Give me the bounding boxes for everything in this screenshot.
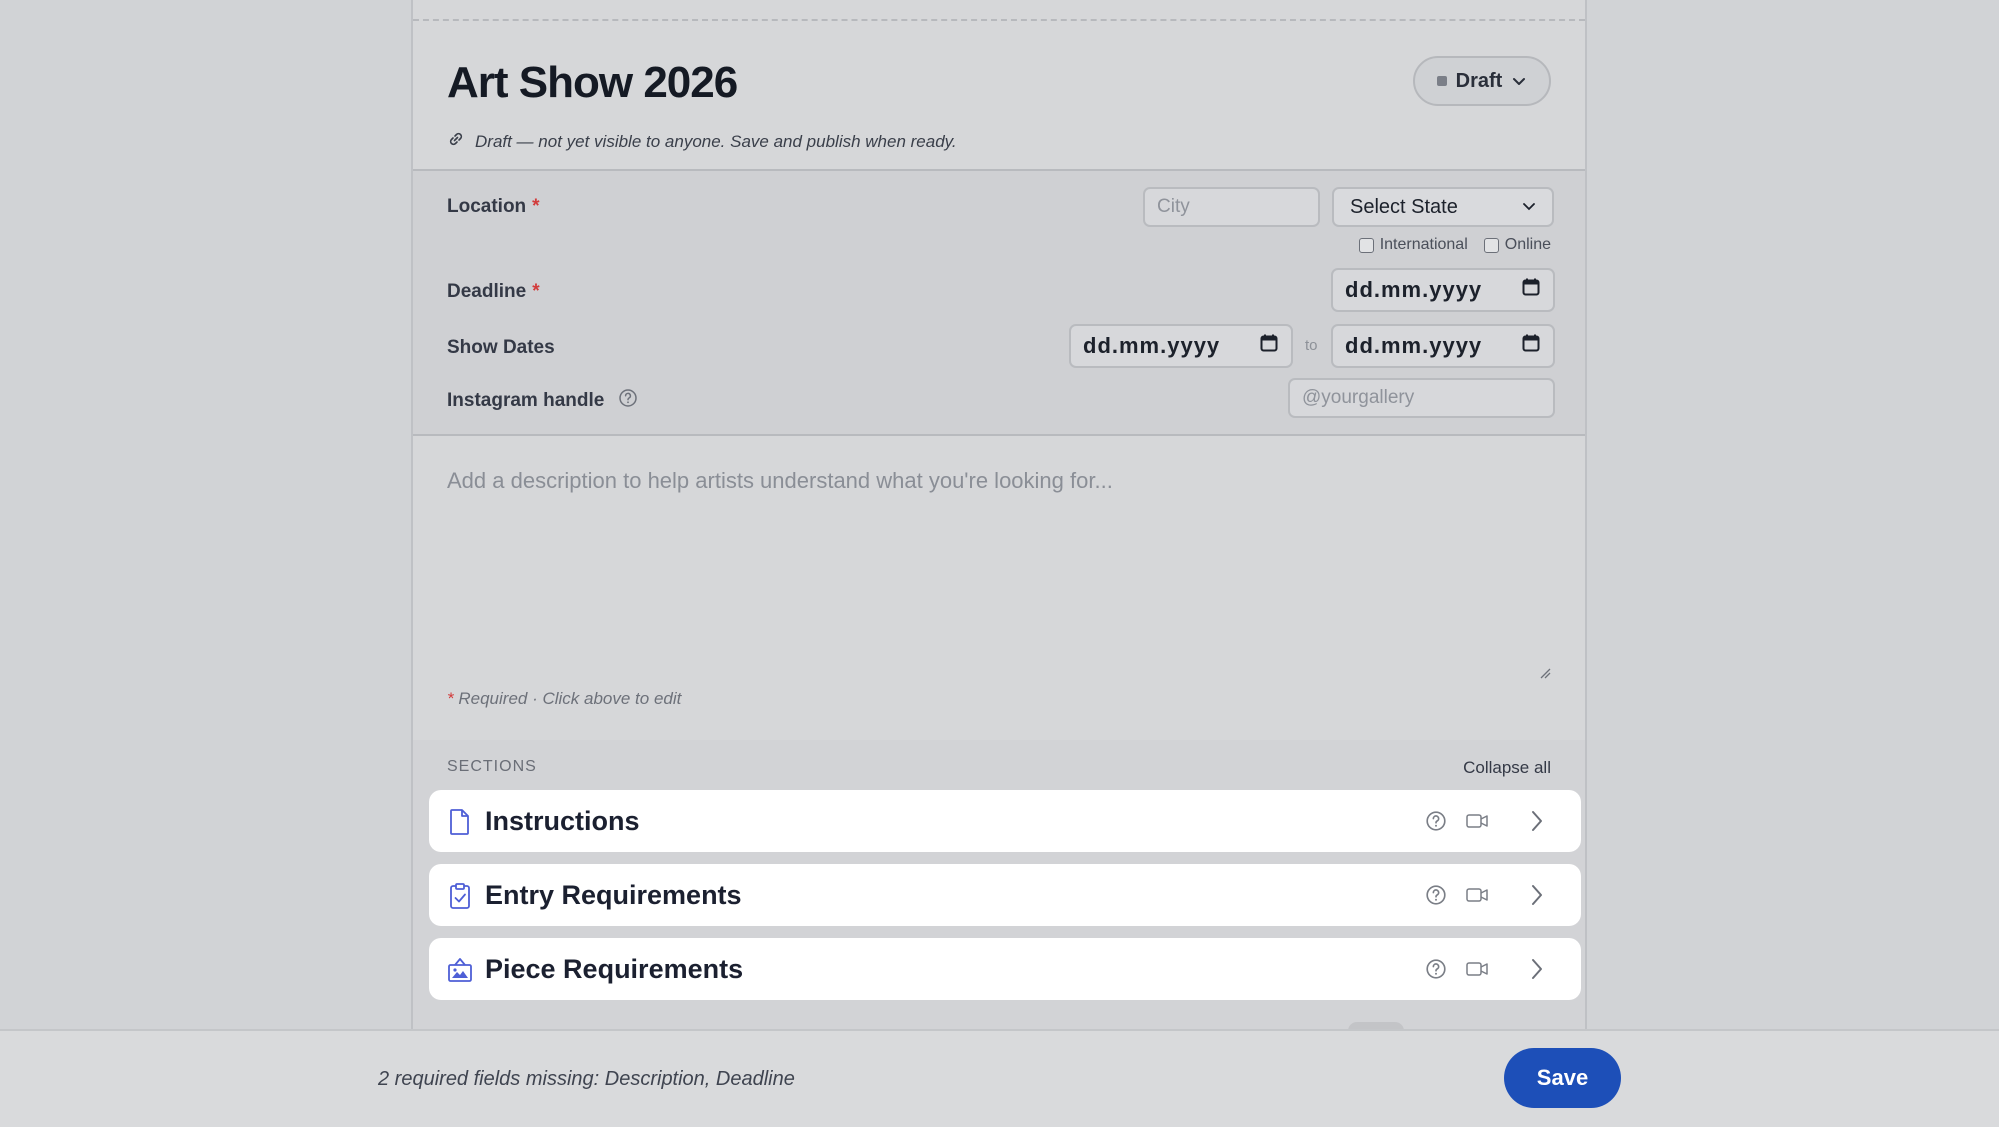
- calendar-icon[interactable]: [1521, 277, 1541, 303]
- video-icon[interactable]: [1465, 884, 1489, 911]
- save-button[interactable]: Save: [1504, 1048, 1621, 1108]
- status-label: Draft: [1455, 69, 1503, 92]
- description-note: * Required · Click above to edit: [447, 689, 682, 708]
- top-divider: [413, 19, 1585, 21]
- status-dot-icon: [1436, 76, 1447, 86]
- chevron-right-icon[interactable]: [1527, 882, 1547, 913]
- online-checkbox[interactable]: Online: [1483, 236, 1551, 254]
- location-label: Location *: [447, 196, 540, 217]
- video-icon[interactable]: [1465, 810, 1489, 837]
- help-circle-icon[interactable]: [1425, 958, 1447, 985]
- clipboard-check-icon: [447, 882, 473, 915]
- document-icon: [447, 808, 473, 841]
- resize-handle-icon[interactable]: [1539, 666, 1551, 684]
- deadline-date-input[interactable]: dd.mm.yyyy: [1331, 268, 1555, 312]
- fields-divider: [413, 434, 1585, 436]
- video-icon[interactable]: [1465, 958, 1489, 985]
- description-textarea[interactable]: Add a description to help artists unders…: [447, 468, 1555, 683]
- state-select[interactable]: Select State: [1332, 187, 1554, 227]
- calendar-icon[interactable]: [1259, 333, 1279, 359]
- chevron-right-icon[interactable]: [1527, 956, 1547, 987]
- status-dropdown[interactable]: Draft: [1413, 56, 1551, 106]
- show-dates-label: Show Dates: [447, 337, 555, 358]
- section-piece-requirements[interactable]: Piece Requirements: [429, 938, 1581, 1000]
- deadline-label: Deadline *: [447, 281, 540, 302]
- state-select-value: Select State: [1350, 195, 1458, 218]
- section-label: Entry Requirements: [485, 879, 742, 910]
- help-circle-icon[interactable]: [1425, 810, 1447, 837]
- show-start-date-input[interactable]: dd.mm.yyyy: [1069, 324, 1293, 368]
- footer-bar: 2 required fields missing: Description, …: [0, 1029, 1999, 1127]
- visibility-note: Draft — not yet visible to anyone. Save …: [447, 130, 957, 153]
- sections-heading: SECTIONS: [447, 758, 537, 775]
- collapse-all-button[interactable]: Collapse all: [1463, 758, 1551, 778]
- section-label: Instructions: [485, 805, 640, 836]
- instagram-label: Instagram handle: [447, 388, 638, 414]
- gallery-icon: [447, 956, 473, 989]
- city-input[interactable]: City: [1143, 187, 1320, 227]
- instagram-input[interactable]: @yourgallery: [1288, 378, 1555, 418]
- show-end-date-input[interactable]: dd.mm.yyyy: [1331, 324, 1555, 368]
- location-options: International Online: [1358, 236, 1551, 254]
- section-instructions[interactable]: Instructions: [429, 790, 1581, 852]
- international-checkbox[interactable]: International: [1358, 236, 1468, 254]
- page-title[interactable]: Art Show 2026: [447, 58, 738, 108]
- missing-fields-message: 2 required fields missing: Description, …: [378, 1068, 795, 1090]
- visibility-note-text: Draft — not yet visible to anyone. Save …: [475, 131, 957, 151]
- help-circle-icon[interactable]: [1425, 884, 1447, 911]
- link-icon: [447, 130, 465, 153]
- chevron-down-icon: [1511, 73, 1527, 89]
- help-circle-icon[interactable]: [618, 388, 638, 414]
- section-label: Piece Requirements: [485, 953, 744, 984]
- chevron-right-icon[interactable]: [1527, 808, 1547, 839]
- to-label: to: [1305, 337, 1318, 354]
- checkbox-icon[interactable]: [1358, 237, 1374, 253]
- calendar-icon[interactable]: [1521, 333, 1541, 359]
- checkbox-icon[interactable]: [1483, 237, 1499, 253]
- section-entry-requirements[interactable]: Entry Requirements: [429, 864, 1581, 926]
- form-card: Art Show 2026 Draft Draft — not yet visi…: [411, 0, 1587, 1125]
- chevron-down-icon: [1522, 196, 1536, 219]
